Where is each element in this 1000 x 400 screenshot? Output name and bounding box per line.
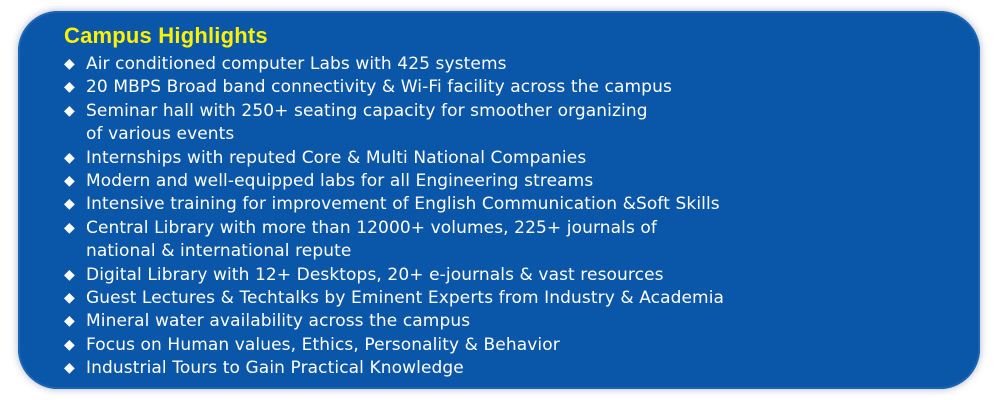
list-item: ◆ Digital Library with 12+ Desktops, 20+ … <box>64 264 960 287</box>
list-item-text: Seminar hall with 250+ seating capacity … <box>86 100 648 145</box>
list-item-text: Industrial Tours to Gain Practical Knowl… <box>86 358 464 379</box>
diamond-bullet-icon: ◆ <box>64 56 75 72</box>
list-item-text: Intensive training for improvement of En… <box>86 194 720 215</box>
diamond-bullet-icon: ◆ <box>64 336 75 353</box>
diamond-bullet-icon: ◆ <box>64 79 75 96</box>
list-item-text: Mineral water availability across the ca… <box>86 311 471 332</box>
list-item: ◆ Mineral water availability across the c… <box>64 310 960 333</box>
highlights-list: ◆ Air conditioned computer Labs with 425 … <box>64 53 960 381</box>
list-item-text: Focus on Human values, Ethics, Personali… <box>86 334 560 355</box>
list-item: ◆ Seminar hall with 250+ seating capacity… <box>64 100 960 147</box>
list-item-text: Modern and well-equipped labs for all En… <box>86 171 594 192</box>
page: Campus Highlights ◆ Air conditioned compu… <box>0 0 1000 400</box>
list-item-text: Digital Library with 12+ Desktops, 20+ e… <box>86 264 664 285</box>
list-item: ◆ Intensive training for improvement of E… <box>64 193 960 216</box>
list-item: ◆ Internships with reputed Core & Multi N… <box>64 147 960 170</box>
list-item: ◆ Focus on Human values, Ethics, Personal… <box>64 334 960 357</box>
list-item-text: Internships with reputed Core & Multi Na… <box>86 147 587 168</box>
list-item: ◆ Industrial Tours to Gain Practical Know… <box>64 357 960 380</box>
diamond-bullet-icon: ◆ <box>64 149 75 166</box>
list-item: ◆ Modern and well-equipped labs for all E… <box>64 170 960 193</box>
diamond-bullet-icon: ◆ <box>64 313 75 330</box>
diamond-bullet-icon: ◆ <box>64 102 75 119</box>
list-item: ◆ Central Library with more than 12000+ v… <box>64 217 960 264</box>
diamond-bullet-icon: ◆ <box>64 360 75 377</box>
list-item-text: Air conditioned computer Labs with 425 s… <box>86 54 507 74</box>
list-item: ◆ Guest Lectures & Techtalks by Eminent E… <box>64 287 960 310</box>
diamond-bullet-icon: ◆ <box>64 219 75 236</box>
list-item-text: Guest Lectures & Techtalks by Eminent Ex… <box>86 288 725 309</box>
list-item-text: Central Library with more than 12000+ vo… <box>86 217 658 262</box>
list-item: ◆ 20 MBPS Broad band connectivity & Wi-Fi… <box>64 76 960 99</box>
list-item: ◆ Air conditioned computer Labs with 425 … <box>64 53 960 76</box>
diamond-bullet-icon: ◆ <box>64 173 75 190</box>
diamond-bullet-icon: ◆ <box>64 196 75 213</box>
campus-highlights-panel: Campus Highlights ◆ Air conditioned compu… <box>18 11 980 389</box>
diamond-bullet-icon: ◆ <box>64 290 75 307</box>
list-item-text: 20 MBPS Broad band connectivity & Wi-Fi … <box>86 77 672 98</box>
diamond-bullet-icon: ◆ <box>64 266 75 283</box>
panel-title: Campus Highlights <box>64 23 268 48</box>
